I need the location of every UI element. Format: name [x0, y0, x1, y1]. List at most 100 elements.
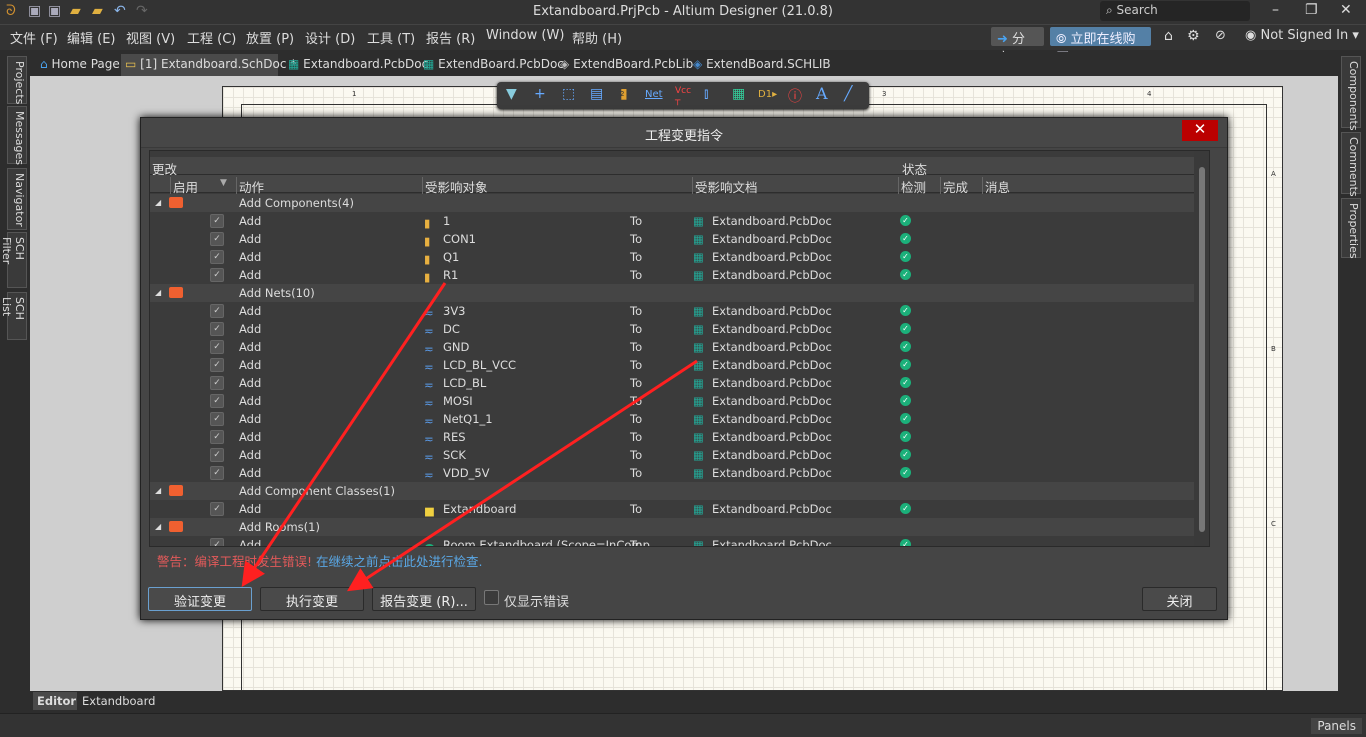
dialog-close-button[interactable]: ✕ [1182, 120, 1218, 141]
select-rect-icon[interactable]: ⬚ [562, 86, 575, 102]
group-row[interactable]: ◢ Add Nets(10) [150, 284, 1194, 302]
panel-tab[interactable]: Comments [1341, 132, 1361, 197]
tab-document[interactable]: ◈ ExtendBoard.PcbLib [556, 54, 693, 76]
scrollbar-thumb[interactable] [1199, 167, 1205, 532]
editor-tab[interactable]: Extandboard [78, 692, 155, 710]
only-errors-checkbox[interactable] [484, 590, 499, 605]
menu-item[interactable]: 编辑 (E) [67, 28, 116, 47]
group-row[interactable]: ◢ Add Components(4) [150, 194, 1194, 212]
crosshair-icon[interactable]: + [534, 86, 546, 102]
power-port-icon[interactable]: Vcc ┬ [675, 86, 691, 106]
tab-document[interactable]: ⌂ Home Page [36, 54, 120, 76]
minimize-button[interactable]: – [1272, 2, 1279, 18]
table-row[interactable]: ✓ Add ≂ NetQ1_1 To ▦ Extandboard.PcbDoc … [150, 410, 1194, 428]
tab-document[interactable]: ▭ [1] Extandboard.SchDoc * [121, 54, 296, 76]
table-row[interactable]: ✓ Add ≂ 3V3 To ▦ Extandboard.PcbDoc ✓ [150, 302, 1194, 320]
sheet-symbol-icon[interactable]: ▦ [732, 86, 745, 102]
panel-tab[interactable]: Projects [7, 56, 27, 104]
port-icon[interactable]: D1▸ [758, 89, 777, 100]
line-icon[interactable]: ╱ [844, 86, 852, 102]
gear-icon[interactable]: ⚙ [1187, 28, 1200, 44]
table-row[interactable]: ✓ Add ≂ SCK To ▦ Extandboard.PcbDoc ✓ [150, 446, 1194, 464]
editor-tab[interactable]: Editor [33, 692, 77, 710]
panel-tab[interactable]: Messages [7, 106, 27, 165]
check-errors-link[interactable]: 在继续之前点击此处进行检查. [316, 554, 482, 569]
enable-checkbox[interactable]: ✓ [210, 358, 224, 372]
report-changes-button[interactable]: 报告变更 (R)... [372, 587, 476, 611]
filter-icon[interactable]: ▼ [506, 86, 517, 102]
collapse-icon[interactable]: ◢ [155, 486, 161, 495]
align-icon[interactable]: ▤ [590, 86, 603, 102]
sort-dropdown-icon[interactable]: ▼ [220, 178, 227, 188]
save-all-icon[interactable]: ▣ [48, 3, 61, 19]
collapse-icon[interactable]: ◢ [155, 198, 161, 207]
enable-checkbox[interactable]: ✓ [210, 448, 224, 462]
bus-entry-icon[interactable]: ⫾ [704, 86, 708, 102]
enable-checkbox[interactable]: ✓ [210, 394, 224, 408]
enable-checkbox[interactable]: ✓ [210, 214, 224, 228]
enable-checkbox[interactable]: ✓ [210, 304, 224, 318]
redo-icon[interactable]: ↷ [136, 3, 148, 19]
enable-checkbox[interactable]: ✓ [210, 268, 224, 282]
tab-document[interactable]: ◈ ExtendBoard.SCHLIB [689, 54, 831, 76]
table-row[interactable]: ✓ Add ≂ LCD_BL_VCC To ▦ Extandboard.PcbD… [150, 356, 1194, 374]
menu-item[interactable]: 放置 (P) [246, 28, 294, 47]
enable-checkbox[interactable]: ✓ [210, 412, 224, 426]
menu-item[interactable]: 设计 (D) [305, 28, 355, 47]
home-icon[interactable]: ⌂ [1164, 28, 1173, 44]
table-row[interactable]: ✓ Add ≂ GND To ▦ Extandboard.PcbDoc ✓ [150, 338, 1194, 356]
menu-item[interactable]: 视图 (V) [126, 28, 175, 47]
enable-checkbox[interactable]: ✓ [210, 538, 224, 546]
tab-document[interactable]: ▦ ExtendBoard.PcbDoc [419, 54, 564, 76]
notifications-off-icon[interactable]: ⊘ [1215, 28, 1226, 43]
share-button[interactable]: ➜ 分享 [991, 27, 1044, 66]
table-row[interactable]: ✓ Add ✓ Room Extandboard (Scope=InComp T… [150, 536, 1194, 546]
panels-button[interactable]: Panels [1311, 718, 1362, 734]
table-row[interactable]: ✓ Add ■ Extandboard To ▦ Extandboard.Pcb… [150, 500, 1194, 518]
enable-checkbox[interactable]: ✓ [210, 340, 224, 354]
table-row[interactable]: ✓ Add ▮ R1 To ▦ Extandboard.PcbDoc ✓ [150, 266, 1194, 284]
panel-tab[interactable]: SCH Filter [0, 232, 27, 288]
tab-document[interactable]: ▦ Extandboard.PcbDoc [284, 54, 428, 76]
undo-icon[interactable]: ↶ [114, 3, 126, 19]
menu-item[interactable]: 工具 (T) [367, 28, 415, 47]
table-row[interactable]: ✓ Add ≂ MOSI To ▦ Extandboard.PcbDoc ✓ [150, 392, 1194, 410]
enable-checkbox[interactable]: ✓ [210, 466, 224, 480]
collapse-icon[interactable]: ◢ [155, 288, 161, 297]
search-input[interactable]: ⌕ Search [1100, 1, 1250, 21]
enable-checkbox[interactable]: ✓ [210, 430, 224, 444]
vertical-scrollbar[interactable] [1194, 151, 1209, 546]
net-label-icon[interactable]: Net [645, 89, 663, 100]
panel-tab[interactable]: Navigator [7, 168, 27, 230]
restore-button[interactable]: ❐ [1305, 2, 1318, 18]
save-icon[interactable]: ▣ [28, 3, 41, 19]
table-row[interactable]: ✓ Add ▮ CON1 To ▦ Extandboard.PcbDoc ✓ [150, 230, 1194, 248]
execute-changes-button[interactable]: 执行变更 [260, 587, 364, 611]
collapse-icon[interactable]: ◢ [155, 522, 161, 531]
open-icon[interactable]: ▰ [70, 3, 81, 19]
group-row[interactable]: ◢ Add Rooms(1) [150, 518, 1194, 536]
text-icon[interactable]: A [816, 84, 828, 103]
validate-changes-button[interactable]: 验证变更 [148, 587, 252, 611]
table-row[interactable]: ✓ Add ▮ 1 To ▦ Extandboard.PcbDoc ✓ [150, 212, 1194, 230]
close-button[interactable]: 关闭 [1142, 587, 1217, 611]
panel-tab[interactable]: Components [1341, 56, 1361, 131]
enable-checkbox[interactable]: ✓ [210, 376, 224, 390]
enable-checkbox[interactable]: ✓ [210, 250, 224, 264]
menu-item[interactable]: 报告 (R) [426, 28, 475, 47]
user-menu[interactable]: ◉ Not Signed In ▾ [1245, 28, 1359, 43]
table-row[interactable]: ✓ Add ≂ DC To ▦ Extandboard.PcbDoc ✓ [150, 320, 1194, 338]
directive-icon[interactable]: ⓘ [788, 86, 802, 106]
close-window-button[interactable]: ✕ [1340, 2, 1352, 18]
enable-checkbox[interactable]: ✓ [210, 502, 224, 516]
buy-online-button[interactable]: ⦾ 立即在线购买 [1050, 27, 1151, 66]
enable-checkbox[interactable]: ✓ [210, 232, 224, 246]
menu-item[interactable]: 帮助 (H) [572, 28, 622, 47]
menu-item[interactable]: 文件 (F) [10, 28, 58, 47]
open-project-icon[interactable]: ▰ [92, 3, 103, 19]
table-row[interactable]: ✓ Add ≂ RES To ▦ Extandboard.PcbDoc ✓ [150, 428, 1194, 446]
table-row[interactable]: ✓ Add ≂ LCD_BL To ▦ Extandboard.PcbDoc ✓ [150, 374, 1194, 392]
panel-tab[interactable]: Properties [1341, 198, 1361, 259]
table-row[interactable]: ✓ Add ≂ VDD_5V To ▦ Extandboard.PcbDoc ✓ [150, 464, 1194, 482]
panel-tab[interactable]: SCH List [0, 292, 27, 340]
